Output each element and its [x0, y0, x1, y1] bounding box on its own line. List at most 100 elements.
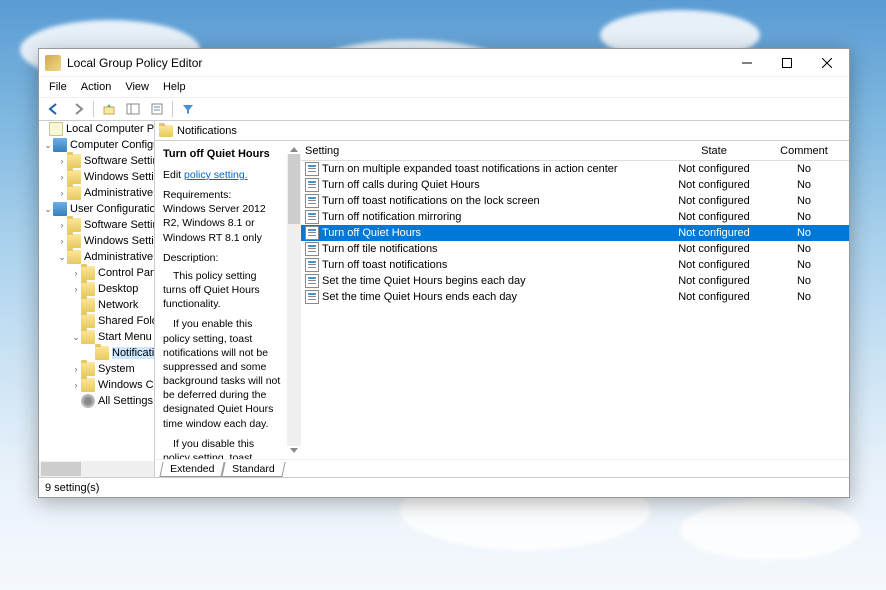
statusbar: 9 setting(s) [39, 477, 849, 497]
setting-comment: No [759, 291, 849, 303]
table-row[interactable]: Turn off tile notificationsNot configure… [299, 241, 849, 257]
table-row[interactable]: Turn off calls during Quiet HoursNot con… [299, 177, 849, 193]
col-header-state[interactable]: State [669, 143, 759, 159]
policy-item-icon [305, 242, 319, 256]
tree-control-panel[interactable]: ›Control Panel [39, 265, 154, 281]
description-p2: If you enable this policy setting, toast… [163, 317, 281, 430]
window-title: Local Group Policy Editor [67, 56, 727, 70]
close-button[interactable] [807, 50, 847, 76]
tree-uc-admin[interactable]: ⌄Administrative Templates [39, 249, 154, 265]
menu-file[interactable]: File [43, 79, 73, 95]
scroll-up-icon[interactable] [290, 147, 298, 152]
tree-label: Local Computer Policy [66, 123, 154, 135]
tree-root[interactable]: Local Computer Policy [39, 121, 154, 137]
show-hide-tree-button[interactable] [122, 99, 144, 119]
tree-user-config[interactable]: ⌄User Configuration [39, 201, 154, 217]
tree-cc-software[interactable]: ›Software Settings [39, 153, 154, 169]
setting-comment: No [759, 275, 849, 287]
tab-standard[interactable]: Standard [222, 462, 286, 477]
setting-state: Not configured [669, 163, 759, 175]
policy-item-icon [305, 274, 319, 288]
tree-label: Control Panel [98, 267, 154, 279]
folder-icon [67, 234, 81, 248]
tree-network[interactable]: Network [39, 297, 154, 313]
setting-state: Not configured [669, 227, 759, 239]
back-button[interactable] [43, 99, 65, 119]
tree-uc-windows[interactable]: ›Windows Settings [39, 233, 154, 249]
tree-shared-folders[interactable]: Shared Folders [39, 313, 154, 329]
setting-comment: No [759, 227, 849, 239]
tree-horizontal-scrollbar[interactable] [39, 461, 154, 477]
detail-panel: Notifications Turn off Quiet Hours Edit … [155, 121, 849, 477]
scroll-thumb[interactable] [288, 154, 300, 224]
tree-label: Windows Settings [84, 235, 154, 247]
folder-icon [159, 125, 173, 137]
tree-desktop[interactable]: ›Desktop [39, 281, 154, 297]
user-icon [53, 202, 67, 216]
minimize-button[interactable] [727, 50, 767, 76]
menu-view[interactable]: View [119, 79, 155, 95]
tree-cc-admin[interactable]: ›Administrative Templates [39, 185, 154, 201]
folder-icon [81, 330, 95, 344]
menu-action[interactable]: Action [75, 79, 118, 95]
description-pane: Turn off Quiet Hours Edit policy setting… [155, 141, 289, 459]
tree-notifications[interactable]: Notifications [39, 345, 154, 361]
table-row[interactable]: Set the time Quiet Hours ends each day No… [299, 289, 849, 305]
table-row[interactable]: Turn off Quiet Hours Not configuredNo [299, 225, 849, 241]
folder-icon [81, 282, 95, 296]
tree-cc-windows[interactable]: ›Windows Settings [39, 169, 154, 185]
scroll-track[interactable] [287, 154, 301, 446]
menubar: File Action View Help [39, 77, 849, 97]
setting-state: Not configured [669, 211, 759, 223]
app-icon [45, 55, 61, 71]
up-button[interactable] [98, 99, 120, 119]
tree-label: Software Settings [84, 155, 154, 167]
folder-icon [81, 314, 95, 328]
edit-policy-link[interactable]: policy setting. [184, 169, 248, 181]
filter-button[interactable] [177, 99, 199, 119]
table-row[interactable]: Turn off toast notifications on the lock… [299, 193, 849, 209]
edit-policy-line: Edit policy setting. [163, 168, 281, 182]
tree-windows-components[interactable]: ›Windows Components [39, 377, 154, 393]
col-header-setting[interactable]: Setting [299, 143, 669, 159]
tree-uc-software[interactable]: ›Software Settings [39, 217, 154, 233]
tab-extended[interactable]: Extended [159, 462, 225, 477]
tree-computer-config[interactable]: ⌄Computer Configuration [39, 137, 154, 153]
table-row[interactable]: Turn off notification mirroringNot confi… [299, 209, 849, 225]
menu-help[interactable]: Help [157, 79, 192, 95]
scrollbar-thumb[interactable] [41, 462, 81, 476]
tree-all-settings[interactable]: All Settings [39, 393, 154, 409]
edit-prefix: Edit [163, 169, 184, 181]
table-head: Setting State Comment [299, 141, 849, 161]
toolbar-separator [172, 101, 173, 117]
tree-label: Notifications [112, 347, 154, 359]
properties-button[interactable] [146, 99, 168, 119]
tree-label: Start Menu and Taskbar [98, 331, 154, 343]
detail-header: Notifications [155, 121, 849, 141]
scroll-down-icon[interactable] [290, 448, 298, 453]
folder-icon [67, 154, 81, 168]
description-scrollbar[interactable] [289, 141, 299, 459]
folder-icon [67, 170, 81, 184]
tab-label: Standard [232, 463, 275, 475]
policy-item-icon [305, 290, 319, 304]
tree-scroll[interactable]: Local Computer Policy ⌄Computer Configur… [39, 121, 154, 461]
folder-icon [67, 186, 81, 200]
setting-name: Turn off Quiet Hours [322, 227, 421, 239]
tree-start-menu[interactable]: ⌄Start Menu and Taskbar [39, 329, 154, 345]
table-row[interactable]: Set the time Quiet Hours begins each day… [299, 273, 849, 289]
table-row[interactable]: Turn on multiple expanded toast notifica… [299, 161, 849, 177]
policy-item-icon [305, 226, 319, 240]
tree-label: Software Settings [84, 219, 154, 231]
setting-state: Not configured [669, 259, 759, 271]
setting-name: Set the time Quiet Hours ends each day [322, 291, 517, 303]
tree-label: Shared Folders [98, 315, 154, 327]
policy-item-icon [305, 162, 319, 176]
description-label: Description: [163, 251, 281, 265]
forward-button[interactable] [67, 99, 89, 119]
maximize-button[interactable] [767, 50, 807, 76]
tree-system[interactable]: ›System [39, 361, 154, 377]
col-header-comment[interactable]: Comment [759, 143, 849, 159]
table-row[interactable]: Turn off toast notificationsNot configur… [299, 257, 849, 273]
tree-label: Desktop [98, 283, 138, 295]
